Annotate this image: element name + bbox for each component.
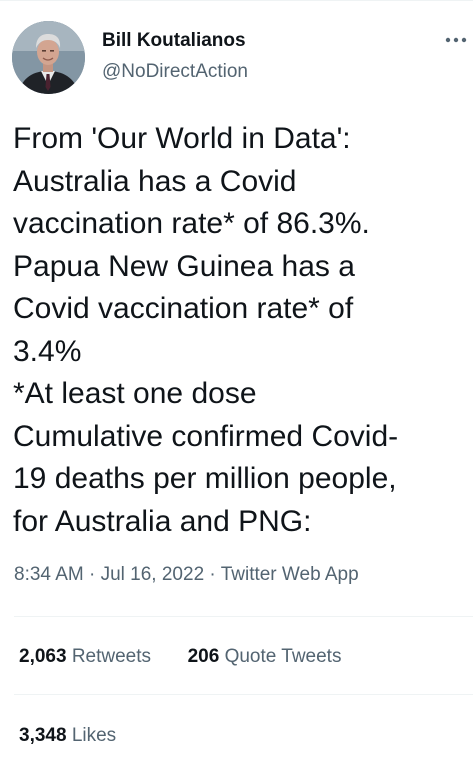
meta-separator: · [204,564,221,585]
quote-tweets-label: Quote Tweets [224,646,342,667]
likes-stat[interactable]: 3,348 Likes [19,725,116,746]
tweet-text-line: 19 deaths per million people, [13,462,397,495]
likes-label: Likes [71,725,117,746]
retweets-label: Retweets [71,646,152,667]
top-divider [0,0,473,1]
engagement-stats: 2,063 Retweets 206 Quote Tweets [19,646,341,668]
tweet-date[interactable]: Jul 16, 2022 [101,564,205,585]
tweet-text-line: vaccination rate* of 86.3%. [13,207,370,240]
quote-tweets-count: 206 [187,646,220,667]
quote-tweets-stat[interactable]: 206 Quote Tweets [188,646,342,667]
tweet-text-line: Australia has a Covid [13,164,297,198]
author-name[interactable]: Bill Koutalianos [102,30,246,52]
more-horizontal-icon[interactable] [443,30,469,50]
tweet-text-line: From 'Our World in Data': [13,122,351,155]
likes-count: 3,348 [19,725,67,746]
tweet: Bill Koutalianos @NoDirectAction From 'O… [0,0,473,762]
likes-row: 3,348 Likes [19,725,116,747]
tweet-source[interactable]: Twitter Web App [221,564,359,585]
avatar[interactable] [12,21,85,94]
divider [14,694,473,695]
divider [14,616,473,617]
retweets-count: 2,063 [19,646,67,667]
meta-separator: · [83,564,101,585]
tweet-text: From 'Our World in Data': Australia has … [13,118,468,543]
author-handle[interactable]: @NoDirectAction [102,61,248,83]
tweet-meta: 8:34 AM · Jul 16, 2022 · Twitter Web App [14,564,359,586]
tweet-text-line: for Australia and PNG: [13,504,312,538]
tweet-time[interactable]: 8:34 AM [14,564,84,585]
tweet-text-line: *At least one dose [13,377,257,410]
tweet-text-line: Papua New Guinea has a [13,249,355,283]
retweets-stat[interactable]: 2,063 Retweets [19,646,151,667]
tweet-text-line: Covid vaccination rate* of [13,292,354,325]
tweet-text-line: 3.4% [13,334,82,368]
tweet-text-line: Cumulative confirmed Covid- [13,419,399,453]
